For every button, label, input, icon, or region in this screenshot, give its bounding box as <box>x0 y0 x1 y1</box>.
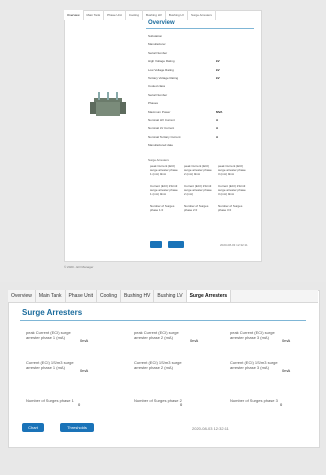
overview-field-label: Tertiary Voltage Rating <box>148 76 179 80</box>
overview-field: Low Voltage Rating kV <box>148 67 220 72</box>
overview-field: Serial Number <box>148 93 167 97</box>
overview-field-label: Manufacturer <box>148 42 166 47</box>
peak-current-phase2-value: 0mA <box>190 338 199 343</box>
overview-field-value: kV <box>216 59 220 64</box>
current-phase2-label: Current (ECI) 1S/m3 surge arrester phase… <box>134 360 182 370</box>
mini-surge-cell: Number of Surges phase 1 0 <box>150 204 175 212</box>
peak-current-phase1-label: peak Current (ECI) surge arrester phase … <box>26 330 71 340</box>
overview-field-value: A <box>216 126 219 131</box>
overview-field-value: A <box>216 134 219 139</box>
thresholds-button[interactable]: Thresholds <box>60 423 94 432</box>
tab-phase-unit-mini[interactable]: Phase Unit <box>104 10 126 20</box>
peak-current-phase3-label: peak Current (ECI) surge arrester phase … <box>230 330 275 340</box>
footer-copyright: © 2020 - EO Manager <box>64 265 94 269</box>
overview-tab-bar: Overview Main Tank Phase Unit Cooling Bu… <box>64 10 216 20</box>
peak-current-phase2-label: peak Current (ECI) surge arrester phase … <box>134 330 179 340</box>
surges-phase2-label: Number of Surges phase 2 <box>134 398 182 403</box>
surges-phase3-label: Number of Surges phase 3 <box>230 398 278 403</box>
current-phase3-label: Current (ECI) 1S/m3 surge arrester phase… <box>230 360 278 370</box>
mini-timestamp: 2020-08-03 12:32:11 <box>220 243 248 247</box>
current-phase3-value: 0mA <box>282 368 291 373</box>
tab-bushing-lv[interactable]: Bushing LV <box>154 290 187 302</box>
overview-field-label: Phases <box>148 101 159 106</box>
overview-field: Maximum Power MVA <box>148 109 222 114</box>
tab-bar: Overview Main Tank Phase Unit Cooling Bu… <box>8 290 318 303</box>
tab-main-tank[interactable]: Main Tank <box>36 290 66 302</box>
overview-field: Nominal HV Current A <box>148 118 218 122</box>
tab-cooling[interactable]: Cooling <box>97 290 121 302</box>
mini-thresholds-button[interactable] <box>168 241 184 248</box>
section-title: Surge Arresters <box>22 308 83 317</box>
overview-field-label: Serial Number <box>148 50 168 55</box>
overview-field: Substation <box>148 34 162 38</box>
mini-chart-button[interactable] <box>150 241 162 248</box>
tab-cooling-mini[interactable]: Cooling <box>126 10 144 20</box>
tab-phase-unit[interactable]: Phase Unit <box>66 290 98 302</box>
overview-title: Overview <box>148 20 175 26</box>
overview-field-label: Nominal HV Current <box>148 118 175 122</box>
overview-field: Manufacturer <box>148 42 166 46</box>
tab-bushing-lv-mini[interactable]: Bushing LV <box>166 10 188 20</box>
title-underline <box>146 28 254 29</box>
tab-bushing-hv-mini[interactable]: Bushing HV <box>143 10 166 20</box>
tab-bushing-hv[interactable]: Bushing HV <box>121 290 155 302</box>
surges-phase1-value: 0 <box>78 402 81 407</box>
tab-overview-mini[interactable]: Overview <box>64 10 84 20</box>
mini-surge-arresters-title: Surge Arresters <box>148 158 169 162</box>
tab-surge-arresters-mini[interactable]: Surge Arresters <box>188 10 216 20</box>
tab-surge-arresters[interactable]: Surge Arresters <box>186 290 232 302</box>
overview-field: Serial Number <box>148 51 167 55</box>
overview-field-label: Nominal LV Current <box>148 126 175 131</box>
current-phase1-value: 0mA <box>80 368 89 373</box>
overview-field-label: Nominal Tertiary Current <box>148 134 181 139</box>
mini-surge-cell: Current (ECI) 1S/m3 surge arrester phase… <box>184 184 212 196</box>
surges-phase2-value: 0 <box>180 402 183 407</box>
overview-field-value: MVA <box>216 109 223 114</box>
mini-surge-cell: peak Current (ECI) surge arrester phase … <box>184 164 212 176</box>
overview-field: Tertiary Voltage Rating kV <box>148 76 220 80</box>
overview-field-value: kV <box>216 67 220 72</box>
overview-field-label: Substation <box>148 34 163 38</box>
overview-field: High Voltage Rating kV <box>148 59 220 64</box>
mini-surge-cell: Current (ECI) 1S/m3 surge arrester phase… <box>218 184 246 196</box>
overview-field-label: Cooled class <box>148 84 166 89</box>
tab-overview[interactable]: Overview <box>8 290 36 302</box>
surges-phase1-label: Number of Surges phase 1 <box>26 398 74 403</box>
peak-current-phase3-value: 0mA <box>282 338 291 343</box>
tab-main-tank-mini[interactable]: Main Tank <box>84 10 105 20</box>
surges-phase3-value: 0 <box>280 402 283 407</box>
overview-field-label: Serial Number <box>148 92 168 97</box>
overview-field-label: Manufactured date <box>148 143 174 148</box>
mini-surge-cell: Current (ECI) 1S/m3 surge arrester phase… <box>150 184 178 196</box>
mini-surge-cell: Number of Surges phase 2 0 <box>184 204 209 212</box>
current-phase1-label: Current (ECI) 1S/m3 surge arrester phase… <box>26 360 74 370</box>
timestamp: 2020-08-03 12:32:11 <box>192 426 229 431</box>
mini-surge-cell: peak Current (ECI) surge arrester phase … <box>218 164 246 176</box>
mini-surge-cell: Number of Surges phase 3 0 <box>218 204 243 212</box>
mini-surge-cell: peak Current (ECI) surge arrester phase … <box>150 164 178 176</box>
overview-field-label: Maximum Power <box>148 109 171 114</box>
overview-field: Cooled class <box>148 84 165 88</box>
overview-field: Manufactured date <box>148 143 173 147</box>
overview-field: Nominal LV Current A <box>148 126 218 131</box>
peak-current-phase1-value: 0mA <box>80 338 89 343</box>
overview-field-value: kV <box>216 76 220 80</box>
section-underline <box>20 320 306 321</box>
chart-button[interactable]: Chart <box>22 423 44 432</box>
overview-field-label: Low Voltage Rating <box>148 67 174 72</box>
transformer-image <box>90 92 126 116</box>
overview-field-label: High Voltage Rating <box>148 59 175 64</box>
overview-field: Phases <box>148 101 158 105</box>
overview-field-value: A <box>216 118 219 122</box>
overview-field: Nominal Tertiary Current A <box>148 134 218 139</box>
